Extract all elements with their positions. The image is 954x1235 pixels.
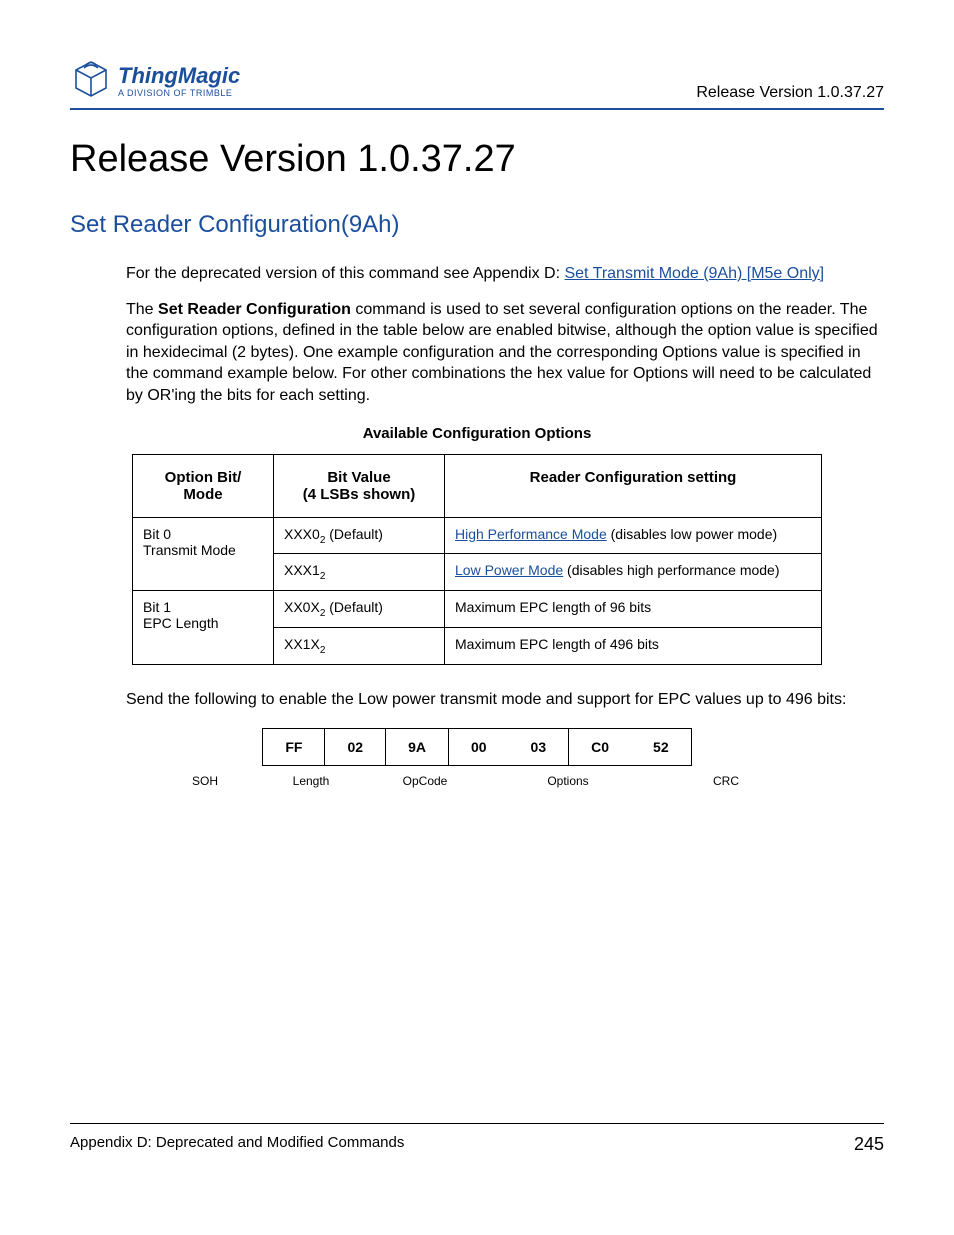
options-table: Option Bit/ Mode Bit Value (4 LSBs shown… — [132, 454, 822, 665]
example-paragraph: Send the following to enable the Low pow… — [126, 689, 884, 711]
section-heading: Set Reader Configuration(9Ah) — [70, 211, 884, 239]
cmd-cell: 9A — [386, 729, 449, 766]
th-setting: Reader Configuration setting — [445, 454, 822, 517]
cell-mode: Bit 0 Transmit Mode — [133, 517, 274, 591]
cmd-cell: 02 — [325, 729, 386, 766]
page-footer: Appendix D: Deprecated and Modified Comm… — [70, 1123, 884, 1155]
table-row: Bit 1 EPC Length XX0X2 (Default) Maximum… — [133, 591, 822, 628]
page-header: ThingMagic A DIVISION OF TRIMBLE Release… — [70, 60, 884, 110]
cmd-cell: C0 — [569, 729, 631, 766]
brand-name: ThingMagic — [118, 65, 240, 87]
cell-setting: Low Power Mode (disables high performanc… — [445, 554, 822, 591]
setting-link[interactable]: Low Power Mode — [455, 562, 563, 578]
setting-link[interactable]: High Performance Mode — [455, 526, 607, 542]
cell-setting: Maximum EPC length of 96 bits — [445, 591, 822, 628]
cell-bitvalue: XX0X2 (Default) — [274, 591, 445, 628]
cmd-label: Options — [485, 772, 651, 790]
logo-icon — [70, 60, 112, 102]
cmd-cell: 03 — [509, 729, 569, 766]
cell-setting: Maximum EPC length of 496 bits — [445, 627, 822, 664]
cmd-label: CRC — [653, 772, 799, 790]
intro-prefix: For the deprecated version of this comma… — [126, 265, 564, 282]
th-bitvalue: Bit Value (4 LSBs shown) — [274, 454, 445, 517]
intro-link[interactable]: Set Transmit Mode (9Ah) [M5e Only] — [564, 265, 824, 282]
header-version: Release Version 1.0.37.27 — [696, 84, 884, 102]
cmd-cell: FF — [263, 729, 325, 766]
cell-bitvalue: XXX12 — [274, 554, 445, 591]
cmd-label: OpCode — [367, 772, 483, 790]
page-title: Release Version 1.0.37.27 — [70, 138, 884, 181]
cmd-label: SOH — [155, 772, 255, 790]
cell-mode: Bit 1 EPC Length — [133, 591, 274, 665]
logo: ThingMagic A DIVISION OF TRIMBLE — [70, 60, 240, 102]
description-paragraph: The Set Reader Configuration command is … — [126, 299, 884, 407]
table-caption: Available Configuration Options — [70, 425, 884, 442]
cmd-cell: 52 — [631, 729, 691, 766]
table-header-row: Option Bit/ Mode Bit Value (4 LSBs shown… — [133, 454, 822, 517]
command-labels: SOH Length OpCode Options CRC — [153, 770, 801, 792]
para2-a: The — [126, 301, 158, 318]
cell-bitvalue: XX1X2 — [274, 627, 445, 664]
footer-left: Appendix D: Deprecated and Modified Comm… — [70, 1134, 404, 1155]
table-row: Bit 0 Transmit Mode XXX02 (Default) High… — [133, 517, 822, 554]
footer-page-number: 245 — [854, 1134, 884, 1155]
cell-setting: High Performance Mode (disables low powe… — [445, 517, 822, 554]
intro-paragraph: For the deprecated version of this comma… — [126, 263, 884, 285]
command-bytes-table: FF 02 9A 00 03 C0 52 — [262, 728, 691, 766]
brand-division: A DIVISION OF TRIMBLE — [118, 89, 240, 98]
cmd-label: Length — [257, 772, 365, 790]
cell-bitvalue: XXX02 (Default) — [274, 517, 445, 554]
para2-bold: Set Reader Configuration — [158, 301, 351, 318]
th-mode: Option Bit/ Mode — [133, 454, 274, 517]
cmd-cell: 00 — [448, 729, 508, 766]
